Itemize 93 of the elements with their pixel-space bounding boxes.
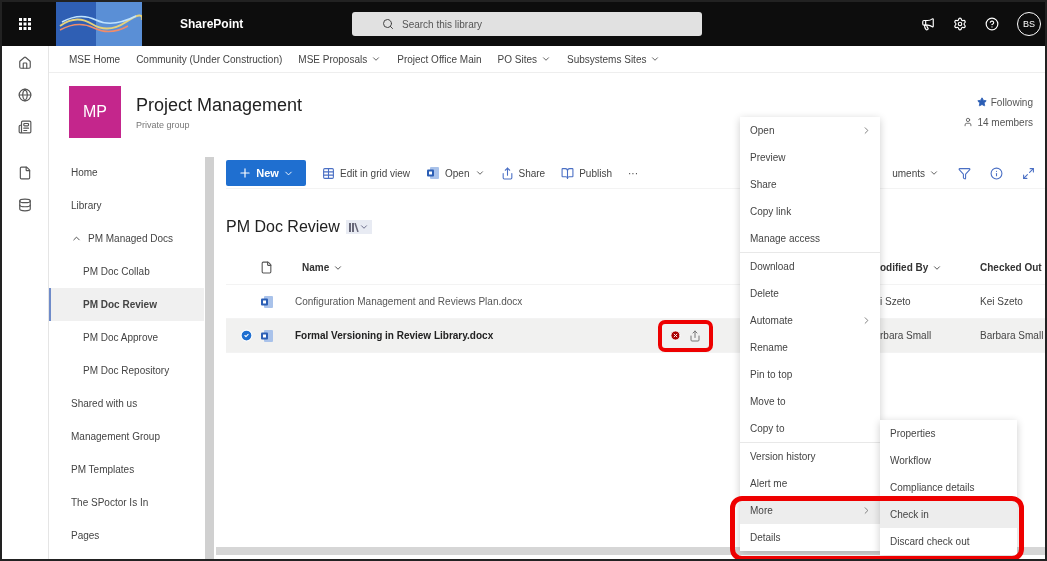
toolbar-button[interactable]: ··· — [628, 167, 638, 179]
chevron-down-icon — [474, 168, 485, 178]
menu-item[interactable]: Discard check out — [880, 528, 1017, 555]
book-icon — [561, 166, 575, 180]
nav-item[interactable]: PM Doc Collab — [49, 255, 204, 288]
menu-item[interactable]: Version history — [740, 443, 880, 470]
table-cell-text: Kei Szeto — [979, 296, 1024, 307]
table-cell-text: Barbara Small — [979, 330, 1045, 341]
share-icon[interactable] — [689, 329, 701, 342]
follow-link[interactable]: Following — [976, 96, 1033, 108]
chevron-down-icon — [358, 222, 369, 232]
toolbar-button[interactable]: Share — [500, 166, 546, 180]
menu-item[interactable]: Copy to — [740, 415, 880, 442]
person-icon — [963, 117, 974, 127]
megaphone-icon[interactable] — [921, 17, 935, 31]
library-title: PM Doc Review — [226, 218, 340, 236]
info-icon[interactable] — [990, 166, 1003, 180]
menu-item[interactable]: Workflow — [880, 447, 1017, 474]
search-icon — [382, 18, 394, 30]
settings-icon[interactable] — [953, 17, 967, 31]
nav-item[interactable]: PM Doc Approve — [49, 321, 204, 354]
chevron-down-icon — [650, 54, 661, 64]
menu-item[interactable]: Pin to top — [740, 361, 880, 388]
view-switcher[interactable] — [345, 220, 372, 234]
share-icon — [500, 166, 514, 180]
column-header[interactable]: Checked Out — [973, 262, 1045, 273]
menu-item[interactable]: Alert me — [740, 470, 880, 497]
menu-item[interactable]: Delete — [740, 280, 880, 307]
site-subtitle: Private group — [136, 119, 191, 130]
database-icon[interactable] — [18, 198, 32, 212]
nav-item[interactable]: Shared with us — [49, 387, 204, 420]
site-nav-link[interactable]: PO Sites — [497, 53, 551, 65]
news-icon[interactable] — [18, 120, 32, 134]
site-nav-link[interactable]: Community (Under Construction) — [136, 53, 283, 65]
menu-item[interactable]: Rename — [740, 334, 880, 361]
plus-icon — [238, 166, 253, 180]
menu-item[interactable]: Check in — [880, 501, 1017, 528]
check-icon[interactable] — [240, 329, 253, 342]
search-box[interactable]: Search this library — [352, 12, 702, 36]
menu-item[interactable]: Properties — [880, 420, 1017, 447]
menu-item[interactable]: Manage access — [740, 225, 880, 252]
nav-item[interactable]: PM Doc Repository — [49, 354, 204, 387]
new-button[interactable]: New — [226, 160, 306, 186]
nav-item[interactable]: PM Managed Docs — [49, 222, 204, 255]
app-launcher-icon[interactable] — [19, 18, 31, 30]
file-icon[interactable] — [18, 166, 32, 180]
menu-item[interactable]: Copy link — [740, 198, 880, 225]
menu-item[interactable]: Automate — [740, 307, 880, 334]
help-icon[interactable] — [985, 17, 999, 31]
nav-item[interactable]: PM Templates — [49, 453, 204, 486]
menu-item[interactable]: Preview — [740, 144, 880, 171]
menu-item[interactable]: Download — [740, 253, 880, 280]
nav-item[interactable]: Pages — [49, 519, 204, 552]
filter-icon[interactable] — [958, 166, 971, 180]
chevron-down-icon — [541, 54, 551, 64]
toolbar-button[interactable]: Open — [426, 166, 485, 180]
nav-item[interactable]: PM Doc Review — [49, 288, 204, 321]
toolbar-button[interactable]: Edit in grid view — [322, 166, 411, 180]
table-cell-text: i Szeto — [879, 296, 912, 307]
file-type-icon — [260, 261, 273, 274]
view-selector[interactable]: uments — [892, 167, 939, 179]
members-link[interactable]: 14 members — [963, 116, 1033, 128]
expand-icon[interactable] — [1022, 166, 1035, 180]
word-file-icon — [426, 166, 441, 180]
home-icon[interactable] — [18, 56, 32, 70]
star-icon — [976, 97, 987, 107]
word-file-icon — [260, 294, 274, 309]
nav-item[interactable]: Library — [49, 189, 204, 222]
app-name: SharePoint — [180, 17, 245, 31]
menu-item[interactable]: Share — [740, 171, 880, 198]
menu-item[interactable]: Open — [740, 117, 880, 144]
nav-item[interactable]: Management Group — [49, 420, 204, 453]
menu-item[interactable]: Details — [740, 524, 880, 551]
search-field[interactable]: Search this library — [400, 17, 684, 31]
table-cell-text: rbara Small — [879, 330, 933, 341]
chevron-down-icon — [371, 54, 382, 64]
menu-item[interactable]: Move to — [740, 388, 880, 415]
word-file-icon — [260, 328, 274, 343]
nav-item[interactable]: Home — [49, 156, 204, 189]
grid-icon — [322, 166, 335, 180]
chevron-down-icon — [929, 168, 939, 178]
nav-item[interactable]: The SPoctor Is In — [49, 486, 204, 519]
globe-icon[interactable] — [18, 88, 32, 102]
site-nav-link[interactable]: Subsystems Sites — [567, 53, 661, 65]
file-name[interactable]: Configuration Management and Reviews Plan.docx — [295, 296, 523, 307]
site-logo: MP — [69, 86, 121, 138]
toolbar-button[interactable]: Publish — [561, 166, 612, 180]
site-nav-link[interactable]: MSE Home — [69, 53, 121, 65]
site-title: Project Management — [136, 94, 303, 116]
site-nav-link[interactable]: MSE Proposals — [298, 53, 382, 65]
site-nav-link[interactable]: Project Office Main — [397, 53, 482, 65]
file-name[interactable]: Formal Versioning in Review Library.docx — [295, 330, 494, 341]
library-icon — [348, 222, 359, 232]
